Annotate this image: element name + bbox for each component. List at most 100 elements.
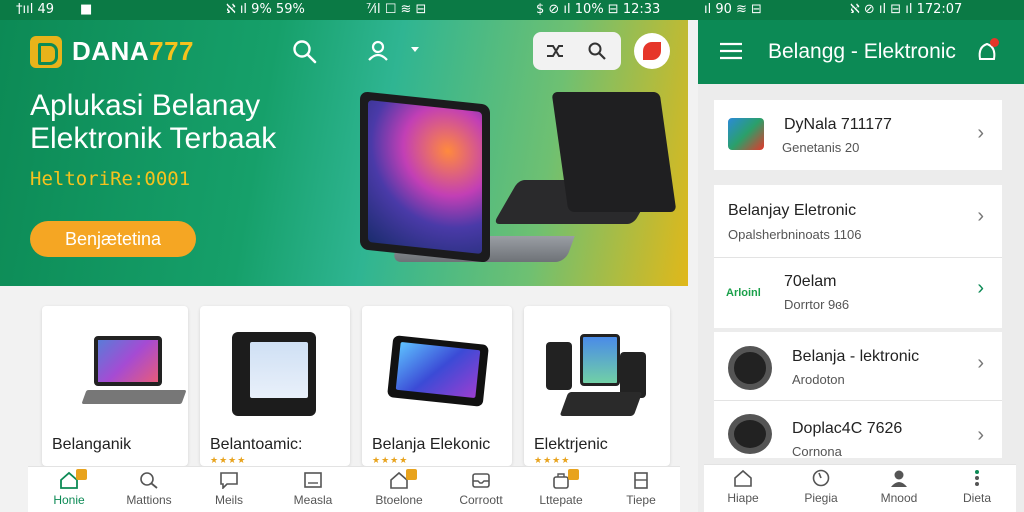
nav-item-profile[interactable]: Tiepe — [600, 467, 682, 512]
right-bottom-nav: Hiape Piegia Mnood Dieta — [704, 464, 1016, 512]
search-pill[interactable] — [533, 32, 621, 70]
product-card-phones[interactable]: Elektrjenic ★★★★ — [524, 306, 670, 466]
card-label: Belantoamic: — [210, 436, 303, 453]
laptop-thumb — [94, 336, 162, 386]
list-group: Belanjay Eletronic Opalsherbninoats 1106… — [714, 185, 1002, 328]
nav-label: Mnood — [880, 491, 918, 505]
desktop-thumb-screen — [250, 342, 308, 398]
nav-label: Btoelone — [375, 493, 423, 507]
hero-cta-button[interactable]: Benjætetina — [30, 221, 196, 257]
item-title: Belanjay Eletronic — [728, 202, 857, 219]
logo-word: DANA — [72, 36, 150, 66]
nav-label: Honie — [53, 493, 85, 507]
status-time-middle: $ ⊘ ıl 10% ⊟ 12:33 — [536, 2, 661, 17]
rating-stars: ★★★★ — [534, 455, 571, 465]
bottom-nav: Honie Mattions Meils Measla Btoelone Cor… — [28, 466, 680, 512]
keyboard-thumb — [559, 392, 643, 416]
status-time-right: ℵ ⊘ ıl ⊟ ıl 172:07 — [850, 2, 963, 17]
nav-item-inbox[interactable]: Corroott — [440, 467, 522, 512]
nav-item-store[interactable]: Btoelone — [358, 467, 440, 512]
phone-thumb — [546, 342, 572, 390]
rating-stars: ★★★★ — [210, 455, 247, 465]
compass-icon — [812, 469, 830, 487]
more-icon — [975, 470, 979, 486]
nav-item-chat[interactable]: Meils — [188, 467, 270, 512]
tablet-screen — [368, 100, 482, 254]
account-icon[interactable] — [366, 38, 392, 64]
laptop-lid-image — [551, 92, 677, 212]
status-battery-left: ℵ ıl 9% 59% — [226, 2, 305, 17]
item-title: Doplac4C 7626 — [792, 420, 903, 437]
status-wifi-right: ıl 90 ≋ ⊟ — [704, 2, 762, 17]
item-title: DyNala 711177 — [784, 116, 892, 133]
chevron-right-icon[interactable]: › — [977, 205, 984, 228]
chevron-right-icon: › — [977, 122, 984, 144]
divider — [714, 400, 1002, 401]
right-nav-item-explore[interactable]: Piegia — [782, 465, 860, 512]
message-icon — [304, 472, 322, 488]
nav-item-home[interactable]: Honie — [28, 467, 110, 512]
product-card-laptop[interactable]: Belanganik — [42, 306, 188, 466]
nav-label: Hiape — [727, 491, 759, 505]
right-screen: Belangg - Elektronic DyNala 711177 Genet… — [698, 20, 1024, 512]
notification-badge — [406, 469, 417, 480]
status-signal: †ııl 49 — [16, 2, 55, 17]
person-icon — [891, 470, 907, 487]
speaker-thumb-icon — [728, 414, 772, 454]
logo-digits: 777 — [149, 36, 194, 66]
app-bar: Belangg - Elektronic — [698, 20, 1024, 84]
chat-icon — [220, 472, 238, 489]
notification-badge — [76, 469, 87, 480]
card-label: Belanja Elekonic — [372, 436, 491, 453]
status-square: ■ — [80, 2, 93, 17]
chevron-right-icon[interactable]: › — [977, 277, 984, 300]
inbox-icon — [472, 473, 490, 488]
nav-label: Meils — [214, 493, 243, 507]
card-label: Elektrjenic — [534, 436, 608, 453]
app-logo[interactable]: DANA777 — [72, 36, 194, 67]
rating-stars: ★★★★ — [372, 455, 409, 465]
speaker-thumb-icon — [728, 346, 772, 390]
right-nav-item-more[interactable]: Dieta — [938, 465, 1016, 512]
nav-label: Dieta — [962, 491, 991, 505]
product-thumb-icon — [728, 118, 764, 150]
item-subtitle: Cornona — [792, 444, 842, 459]
search-icon[interactable] — [292, 39, 318, 65]
list-item[interactable]: DyNala 711177 Genetanis 20 › — [714, 100, 1002, 170]
item-title: 70elam — [784, 273, 837, 290]
nav-label: Piegia — [804, 491, 838, 505]
chevron-right-icon[interactable]: › — [977, 352, 984, 375]
right-nav-item-home[interactable]: Hiape — [704, 465, 782, 512]
tablet-image — [360, 91, 490, 263]
chevron-right-icon[interactable]: › — [977, 424, 984, 447]
status-wifi-middle: ⁷⁄ıl ☐ ≋ ⊟ — [366, 2, 427, 17]
nav-item-search[interactable]: Mattions — [108, 467, 190, 512]
item-subtitle: Genetanis 20 — [782, 140, 860, 155]
nav-label: Tiepe — [626, 493, 656, 507]
search-small-icon[interactable] — [587, 41, 607, 61]
product-card-tablet[interactable]: Belanja Elekonic ★★★★ — [362, 306, 512, 466]
profile-icon — [634, 472, 648, 489]
app-bar-title: Belangg - Elektronic — [768, 40, 956, 63]
nav-label: Mattions — [126, 493, 172, 507]
nav-item-bag[interactable]: Lttepate — [520, 467, 602, 512]
tablet-thumb-screen — [395, 341, 481, 399]
nav-item-message[interactable]: Measla — [272, 467, 354, 512]
menu-icon[interactable] — [720, 42, 742, 60]
right-nav-item-account[interactable]: Mnood — [860, 465, 938, 512]
chevron-down-icon[interactable] — [410, 46, 420, 54]
status-bar: †ııl 49 ■ ℵ ıl 9% 59% ⁷⁄ıl ☐ ≋ ⊟ $ ⊘ ıl … — [0, 0, 1024, 20]
list-group: Belanja - lektronic Arodoton › Doplac4C … — [714, 332, 1002, 459]
brand-badge-icon[interactable] — [634, 33, 670, 69]
nav-label: Measla — [293, 493, 333, 507]
nav-label: Corroott — [459, 493, 503, 507]
product-card-desktop[interactable]: Belantoamic: ★★★★ — [200, 306, 350, 466]
hero-title: Aplukasi Belanay Elektronik Terbaak — [30, 89, 277, 155]
shuffle-icon[interactable] — [545, 42, 565, 60]
card-label: Belanganik — [52, 436, 132, 453]
hero-subtitle: HeltoriRe:0001 — [30, 168, 191, 190]
item-subtitle: Arodoton — [792, 372, 845, 387]
item-title: Belanja - lektronic — [792, 348, 920, 365]
item-tag: Arloinl — [726, 287, 761, 299]
nav-label: Lttepate — [539, 493, 583, 507]
